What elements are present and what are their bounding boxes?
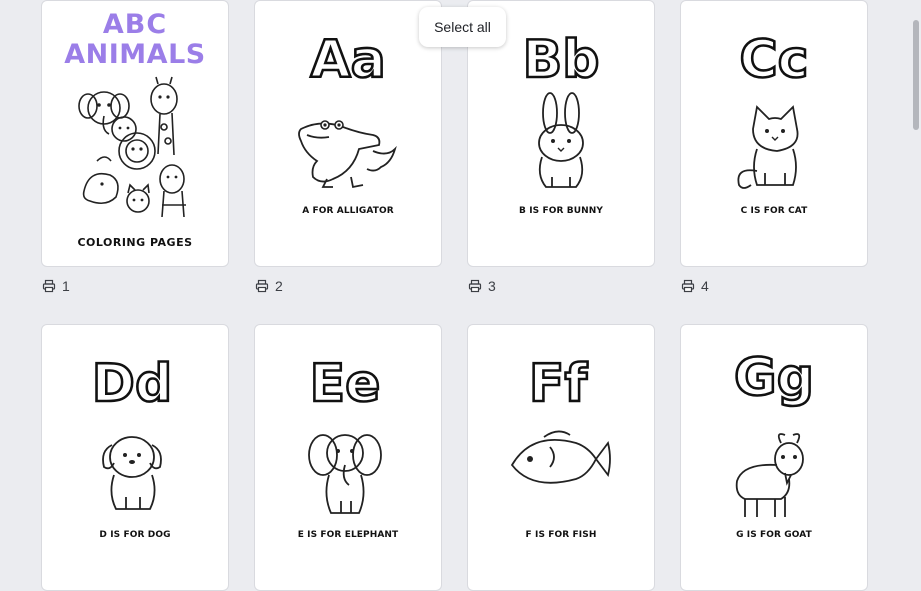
print-icon — [681, 279, 695, 293]
page-thumbnail-4[interactable]: Cc C IS FOR CAT — [680, 0, 868, 267]
letter-pair-e: Ee — [310, 354, 381, 414]
page-number-3[interactable]: 3 — [468, 278, 496, 294]
dog-illustration: Dd — [91, 353, 173, 510]
letter-pair-c: Cc — [740, 30, 809, 90]
page-caption: E IS FOR ELEPHANT — [297, 530, 399, 540]
page-thumbnail-1[interactable]: ABC ANIMALS COLORING PAGES — [41, 0, 229, 267]
alligator-illustration: Aa — [298, 29, 397, 189]
page-caption: F IS FOR FISH — [525, 530, 597, 540]
cover-title-line1: ABC — [102, 9, 168, 40]
letter-pair-f: Ff — [529, 354, 589, 414]
page-caption: D IS FOR DOG — [99, 530, 171, 540]
page-caption: C IS FOR CAT — [740, 206, 808, 216]
scrollbar-thumb[interactable] — [913, 20, 919, 130]
page-caption: G IS FOR GOAT — [736, 530, 812, 540]
letter-pair-g: Gg — [734, 348, 814, 408]
elephant-illustration: Ee — [308, 353, 382, 514]
letter-pair-a: Aa — [310, 30, 385, 90]
cover-footer: COLORING PAGES — [77, 236, 193, 249]
page-number-label: 3 — [488, 278, 496, 294]
page-thumbnail-6[interactable]: Ee E IS FOR ELEPHANT — [254, 324, 442, 591]
page-thumbnail-2[interactable]: Aa A FOR ALLIGATOR — [254, 0, 442, 267]
page-number-4[interactable]: 4 — [681, 278, 709, 294]
page-number-2[interactable]: 2 — [255, 278, 283, 294]
goat-illustration: Gg — [733, 347, 815, 517]
print-icon — [255, 279, 269, 293]
page-number-label: 4 — [701, 278, 709, 294]
cat-illustration: Cc — [737, 29, 810, 189]
page-number-1[interactable]: 1 — [42, 278, 70, 294]
page-caption: A FOR ALLIGATOR — [302, 206, 394, 216]
page-thumbnail-7[interactable]: Ff F IS FOR FISH — [467, 324, 655, 591]
page-number-label: 1 — [62, 278, 70, 294]
page-number-label: 2 — [275, 278, 283, 294]
print-icon — [468, 279, 482, 293]
page-caption: B IS FOR BUNNY — [519, 206, 603, 216]
fish-illustration: Ff — [510, 353, 611, 484]
page-thumbnail-5[interactable]: Dd D IS FOR DOG — [41, 324, 229, 591]
print-icon — [42, 279, 56, 293]
cover-title-line2: ANIMALS — [64, 39, 206, 70]
select-all-button[interactable]: Select all — [419, 7, 506, 47]
letter-pair-b: Bb — [523, 30, 600, 90]
letter-pair-d: Dd — [92, 354, 172, 414]
page-thumbnail-8[interactable]: Gg G IS FOR GOAT — [680, 324, 868, 591]
